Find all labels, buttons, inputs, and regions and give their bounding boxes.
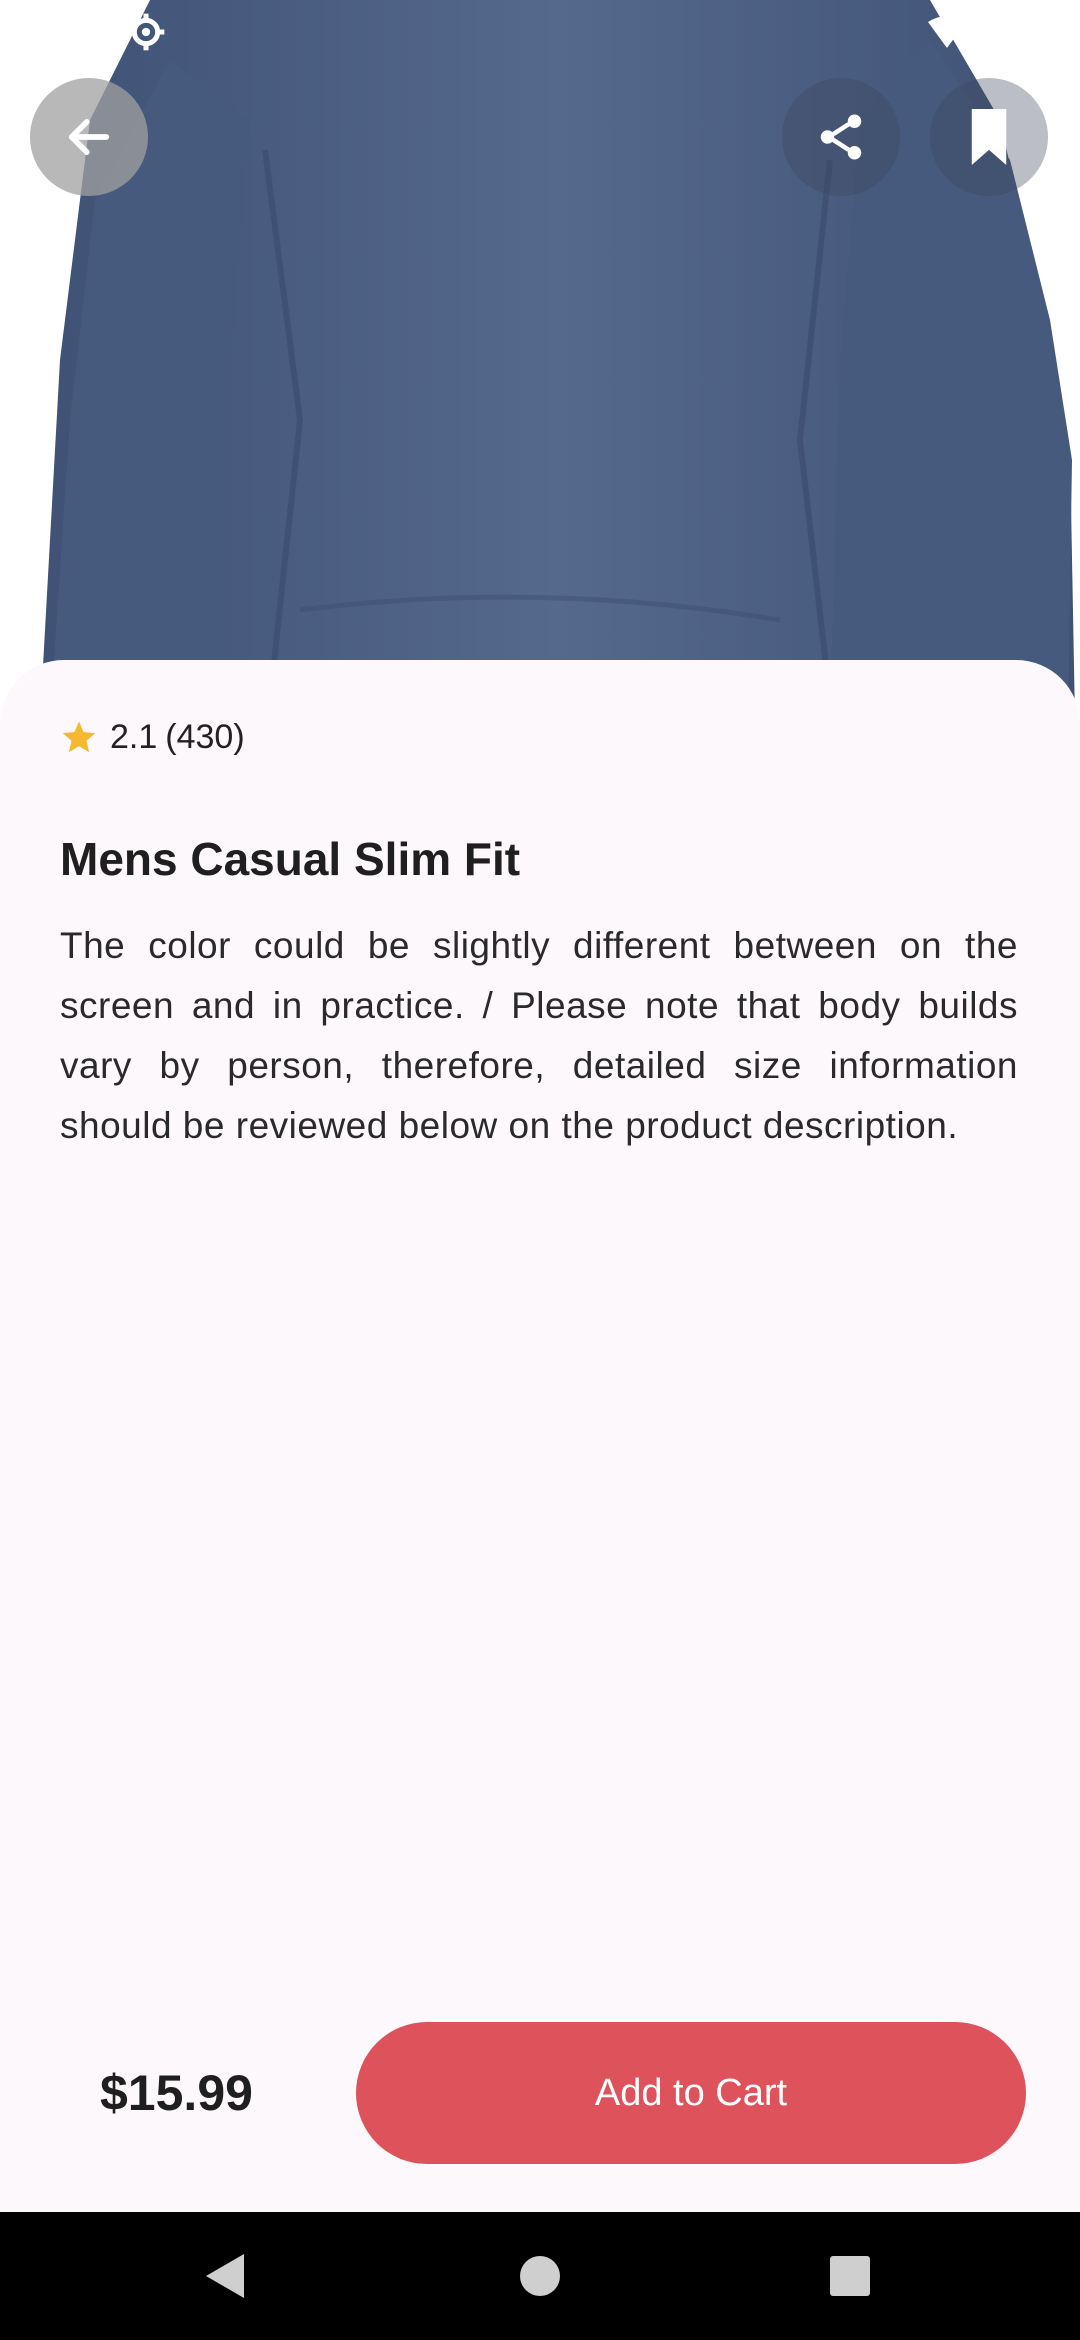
status-bar: 12 — [0, 0, 1080, 64]
nav-recents-icon[interactable] — [830, 2256, 870, 2296]
bookmark-icon — [971, 109, 1007, 165]
star-icon — [62, 720, 96, 752]
add-to-cart-button[interactable]: Add to Cart — [356, 2022, 1026, 2164]
system-navigation-bar — [0, 2212, 1080, 2340]
product-image — [0, 0, 1080, 720]
review-count: (430) — [165, 718, 245, 756]
status-time: 12 — [52, 10, 93, 51]
product-title: Mens Casual Slim Fit — [60, 833, 521, 885]
product-description: The color could be slightly different be… — [60, 925, 1018, 1146]
add-to-cart-label: Add to Cart — [594, 2071, 788, 2114]
back-button[interactable] — [30, 78, 148, 196]
share-button[interactable] — [782, 78, 900, 196]
wifi-icon — [928, 16, 966, 48]
product-price: $15.99 — [100, 2065, 253, 2121]
status-indicators — [928, 14, 1040, 50]
product-details-sheet — [0, 660, 1080, 2212]
rating-value: 2.1 — [110, 718, 158, 756]
arrow-left-icon — [68, 119, 110, 155]
product-rating: 2.1 (430) — [60, 718, 245, 757]
share-icon — [820, 114, 862, 160]
nav-back-icon[interactable] — [206, 2254, 244, 2298]
settings-gear-icon — [127, 13, 165, 51]
signal-icon — [978, 16, 1010, 48]
bookmark-button[interactable] — [930, 78, 1048, 196]
battery-icon — [1022, 15, 1040, 49]
nav-home-icon[interactable] — [520, 2256, 560, 2296]
